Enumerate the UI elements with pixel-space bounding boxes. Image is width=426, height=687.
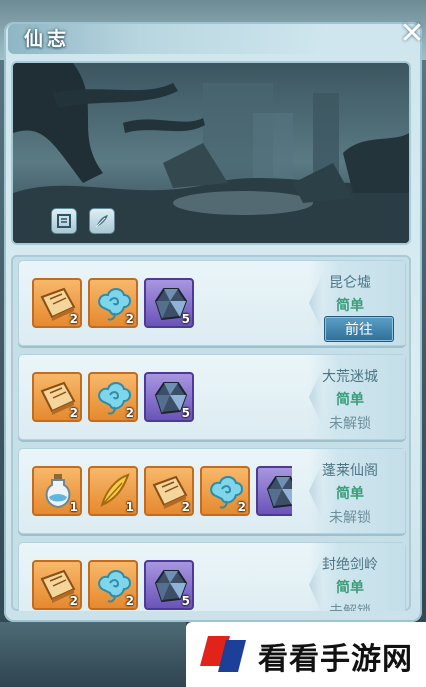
reward-count: 2 — [237, 500, 246, 514]
reward-item[interactable]: 5 — [144, 560, 194, 610]
level-name: 大荒迷城 — [322, 369, 378, 385]
reward-count: 2 — [69, 312, 78, 326]
reward-list: 1 1 2 2 — [32, 466, 292, 518]
locked-status: 未解锁 — [305, 601, 395, 611]
level-card[interactable]: 2 2 5 大荒迷城简单未解锁 — [18, 354, 406, 440]
reward-count: 2 — [125, 406, 134, 420]
reward-item[interactable]: 2 — [144, 466, 194, 516]
reward-list: 2 2 5 — [32, 372, 292, 424]
reward-item[interactable]: 2 — [88, 278, 138, 328]
reward-item[interactable]: 2 — [32, 560, 82, 610]
level-name: 封绝剑岭 — [322, 557, 378, 573]
level-name: 昆仑墟 — [329, 275, 371, 291]
level-card[interactable]: 2 2 5 昆仑墟简单前往 — [18, 260, 406, 346]
chronicle-button[interactable] — [51, 208, 77, 234]
reward-count: 2 — [125, 594, 134, 608]
background-bottom — [0, 622, 186, 687]
reward-list: 2 2 5 — [32, 278, 292, 330]
locked-status: 未解锁 — [329, 416, 371, 432]
locked-status: 未解锁 — [329, 510, 371, 526]
reward-count: 1 — [69, 500, 78, 514]
reward-item[interactable]: 1 — [32, 466, 82, 516]
reward-item[interactable]: 2 — [32, 278, 82, 328]
reward-item[interactable]: 2 — [200, 466, 250, 516]
reward-count: 5 — [181, 594, 190, 608]
reward-count: 2 — [181, 500, 190, 514]
reward-count: 5 — [181, 312, 190, 326]
site-logo — [200, 636, 246, 672]
go-button[interactable]: 前往 — [324, 316, 394, 342]
difficulty-label: 简单 — [336, 580, 364, 596]
feather-icon — [95, 215, 108, 228]
level-name: 蓬莱仙阁 — [322, 463, 378, 479]
reward-item[interactable]: 2 — [88, 372, 138, 422]
difficulty-label: 简单 — [336, 298, 364, 314]
level-card[interactable]: 1 1 2 2 蓬莱仙阁简单未解锁 — [18, 448, 406, 534]
level-card[interactable]: 2 2 5 封绝剑岭简单未解锁 — [18, 542, 406, 611]
reward-count: 2 — [125, 312, 134, 326]
difficulty-label: 简单 — [336, 486, 364, 502]
reward-list: 2 2 5 — [32, 560, 292, 611]
watermark: 看看手游网 — [186, 622, 426, 687]
reward-item[interactable]: 2 — [88, 560, 138, 610]
reward-count: 2 — [69, 594, 78, 608]
scroll-icon — [57, 214, 71, 228]
reward-item[interactable]: 1 — [88, 466, 138, 516]
reward-item[interactable]: 5 — [144, 278, 194, 328]
difficulty-label: 简单 — [336, 392, 364, 408]
watermark-text: 看看手游网 — [258, 642, 413, 677]
reward-count: 5 — [181, 406, 190, 420]
reward-count: 2 — [69, 406, 78, 420]
close-button[interactable]: ✕ — [398, 19, 426, 49]
lore-button[interactable] — [89, 208, 115, 234]
page-title: 仙志 — [24, 28, 71, 50]
reward-count: 1 — [125, 500, 134, 514]
close-icon: ✕ — [399, 16, 425, 51]
reward-item[interactable]: 5 — [144, 372, 194, 422]
reward-item[interactable] — [256, 466, 292, 516]
reward-item[interactable]: 2 — [32, 372, 82, 422]
level-list[interactable]: 2 2 5 昆仑墟 简单 前往 2 2 5 大荒迷城 简单 未解锁 1 1 2 2 蓬莱仙阁 简单 未解锁 2 2 5 封绝… — [11, 255, 411, 611]
